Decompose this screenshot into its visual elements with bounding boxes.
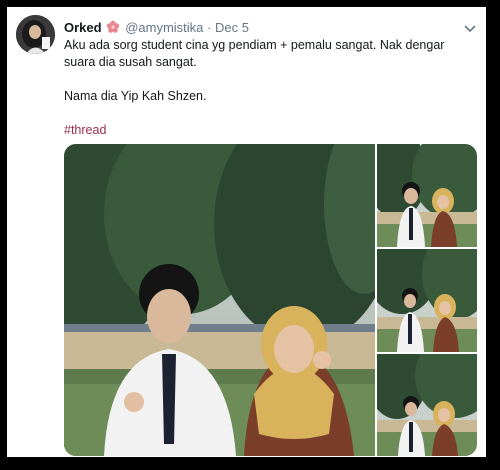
thumb-photo-1[interactable] <box>377 144 477 247</box>
display-name[interactable]: Orked <box>64 20 102 35</box>
thumb-photo-2[interactable] <box>377 249 477 352</box>
tweet-header: Orked @amymistika · Dec 5 <box>64 20 249 36</box>
tweet-text-line: Aku ada sorg student cina yg pendiam + p… <box>64 38 445 69</box>
handle[interactable]: @amymistika <box>125 20 203 35</box>
chevron-down-icon[interactable] <box>464 21 476 32</box>
media-grid <box>64 144 477 456</box>
hashtag-link[interactable]: #thread <box>64 123 106 137</box>
timestamp[interactable]: Dec 5 <box>215 20 249 35</box>
avatar[interactable] <box>16 15 55 54</box>
tweet-text-line: Nama dia Yip Kah Shzen. <box>64 89 207 103</box>
cherry-blossom-icon <box>106 20 120 34</box>
thumb-photo-3[interactable] <box>377 354 477 456</box>
tweet-text: Aku ada sorg student cina yg pendiam + p… <box>64 37 474 139</box>
tweet-card: Orked @amymistika · Dec 5 Aku ada sorg s… <box>7 7 486 457</box>
separator-dot: · <box>207 20 212 35</box>
main-photo[interactable] <box>64 144 375 456</box>
